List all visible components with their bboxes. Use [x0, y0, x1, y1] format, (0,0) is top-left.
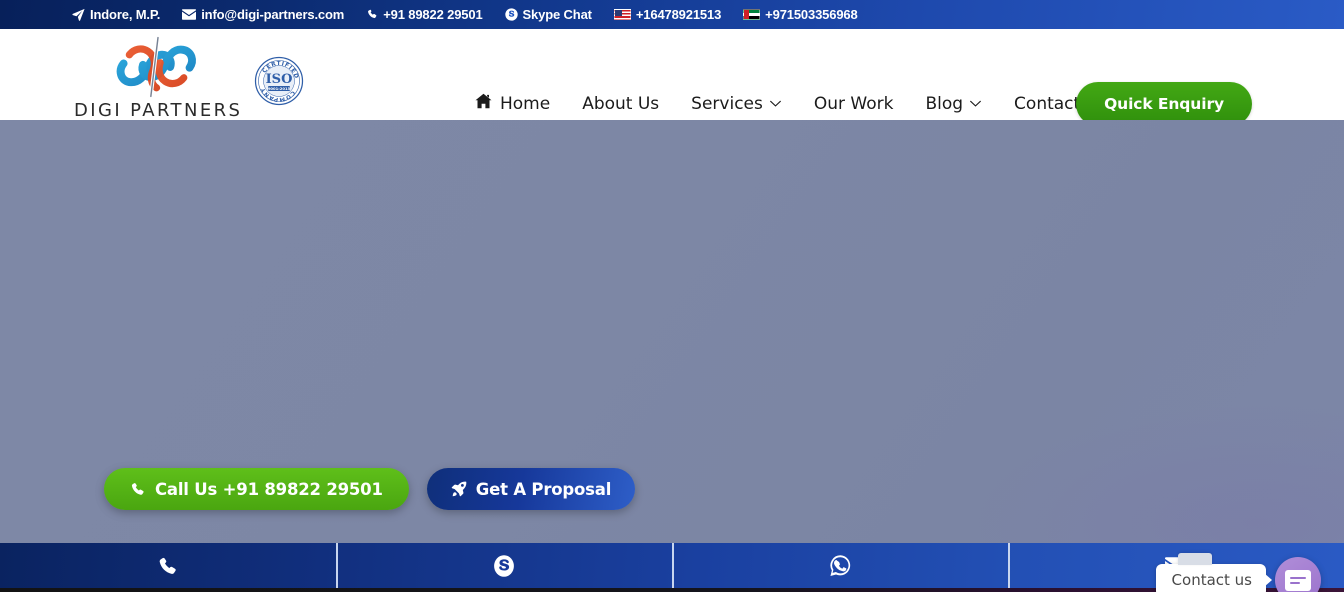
chevron-down-icon — [769, 97, 782, 110]
chat-widget-tab-decoration — [1177, 552, 1212, 565]
topbar-location-label: Indore, M.P. — [90, 7, 161, 22]
chat-widget-label[interactable]: Contact us — [1155, 552, 1266, 592]
envelope-icon — [182, 9, 197, 20]
logo-wrap: DIGI PARTNERS — [74, 35, 243, 121]
phone-icon — [366, 8, 378, 21]
bottom-bar-whatsapp-cell[interactable] — [672, 543, 1008, 588]
top-info-bar: Indore, M.P. info@digi-partners.com +91 … — [0, 0, 1344, 29]
whatsapp-icon — [829, 554, 852, 577]
chevron-down-icon — [969, 97, 982, 110]
digi-partners-logo-icon — [115, 35, 201, 99]
chat-launcher-button[interactable] — [1275, 557, 1321, 592]
nav-item-home-label: Home — [500, 93, 551, 114]
nav-item-blog-label: Blog — [925, 93, 964, 114]
nav-item-blog[interactable]: Blog — [909, 94, 998, 114]
get-a-proposal-button-label: Get A Proposal — [475, 479, 612, 499]
nav-item-about-us[interactable]: About Us — [566, 94, 675, 114]
topbar-uae-phone-label: +971503356968 — [765, 7, 858, 22]
topbar-phone[interactable]: +91 89822 29501 — [366, 7, 483, 22]
skype-icon — [504, 8, 518, 21]
nav-item-our-work-label: Our Work — [813, 93, 894, 114]
message-lines-icon — [1285, 569, 1311, 591]
topbar-phone-label: +91 89822 29501 — [383, 7, 483, 22]
phone-icon — [130, 481, 146, 497]
iso-certified-badge-icon: CERTIFIED COMPANY ISO 9001:2015 — [254, 56, 304, 106]
topbar-skype-label: Skype Chat — [522, 7, 592, 22]
bottom-contact-bar — [0, 543, 1344, 588]
chat-widget-label-text: Contact us — [1171, 570, 1252, 589]
nav-item-services[interactable]: Services — [675, 94, 798, 114]
rocket-icon — [451, 481, 467, 497]
bottom-bar-phone-cell[interactable] — [0, 543, 336, 588]
home-icon — [475, 93, 492, 114]
viewport-bottom-edge — [0, 588, 1344, 592]
nav-item-about-us-label: About Us — [582, 93, 660, 114]
svg-text:9001:2015: 9001:2015 — [268, 87, 291, 91]
call-us-button[interactable]: Call Us +91 89822 29501 — [104, 468, 409, 510]
topbar-us-phone-label: +16478921513 — [635, 7, 722, 22]
bottom-bar-skype-cell[interactable] — [336, 543, 672, 588]
nav-item-services-label: Services — [691, 93, 763, 114]
location-pin-icon — [72, 8, 85, 21]
topbar-email[interactable]: info@digi-partners.com — [182, 7, 344, 22]
topbar-skype[interactable]: Skype Chat — [504, 7, 592, 22]
page-root: Indore, M.P. info@digi-partners.com +91 … — [0, 0, 1344, 592]
nav-item-home[interactable]: Home — [475, 93, 566, 114]
flag-uae-icon — [743, 9, 761, 20]
hero-button-group: Call Us +91 89822 29501 Get A Proposal — [104, 468, 636, 510]
phone-icon — [157, 555, 179, 577]
topbar-uae-phone[interactable]: +971503356968 — [743, 7, 858, 22]
svg-text:ISO: ISO — [266, 72, 293, 87]
hero-glow-decoration — [964, 403, 1344, 543]
topbar-email-label: info@digi-partners.com — [201, 7, 345, 22]
topbar-us-phone[interactable]: +16478921513 — [613, 7, 722, 22]
brand-logo-link[interactable]: DIGI PARTNERS CERTIFIED COMPANY ISO 9001… — [74, 35, 304, 121]
brand-name: DIGI PARTNERS — [74, 100, 243, 121]
site-header: DIGI PARTNERS CERTIFIED COMPANY ISO 9001… — [0, 29, 1344, 126]
topbar-location[interactable]: Indore, M.P. — [72, 7, 160, 22]
nav-item-our-work[interactable]: Our Work — [798, 94, 910, 114]
hero-section: Call Us +91 89822 29501 Get A Proposal — [0, 120, 1344, 543]
call-us-button-label: Call Us +91 89822 29501 — [155, 479, 383, 499]
flag-us-icon — [613, 9, 631, 20]
skype-icon — [492, 554, 516, 578]
get-a-proposal-button[interactable]: Get A Proposal — [426, 468, 636, 510]
contact-us-chat-widget: Contact us — [1155, 552, 1321, 592]
